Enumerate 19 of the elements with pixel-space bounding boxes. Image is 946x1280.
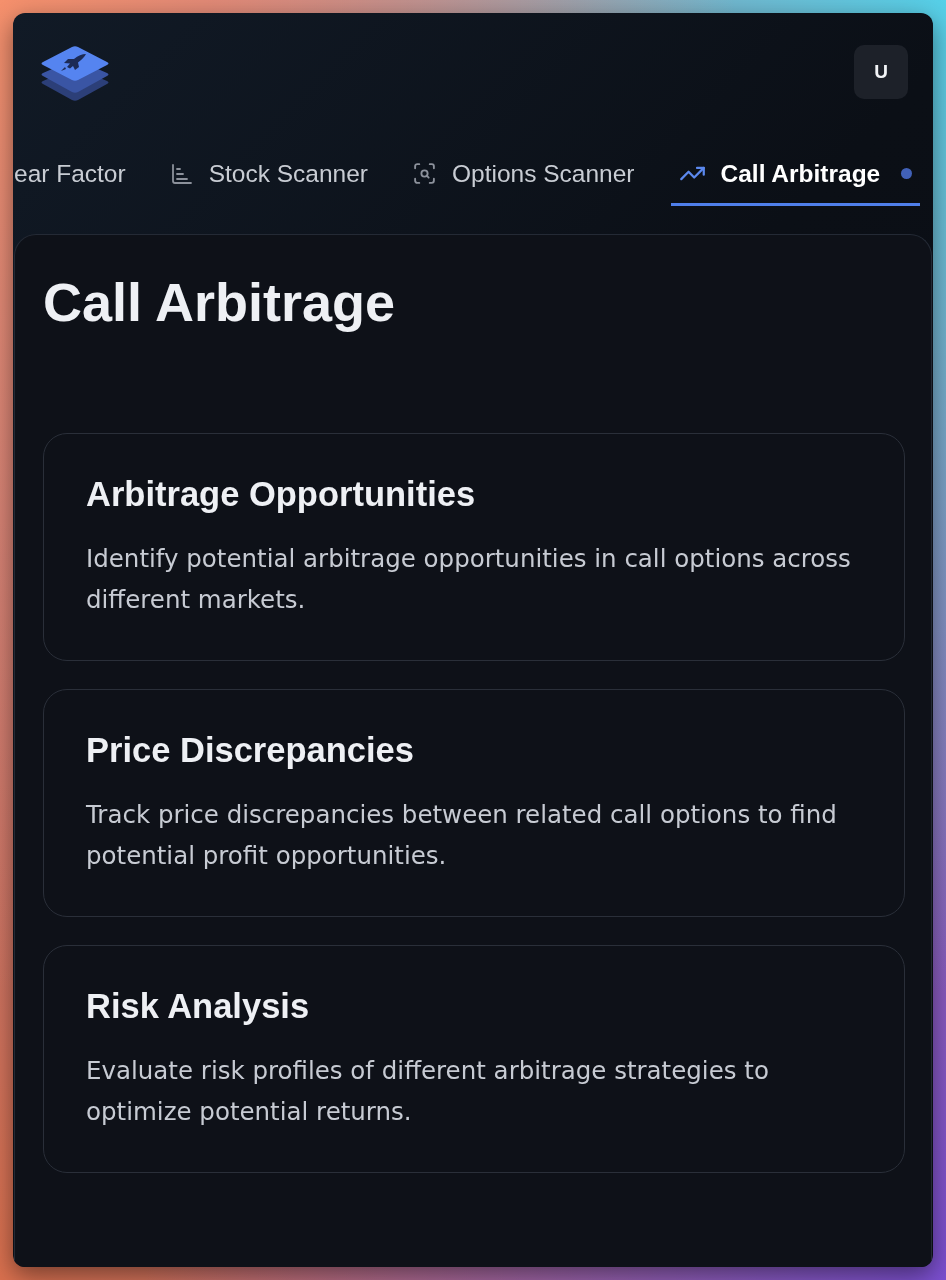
rocket-logo-icon <box>40 45 110 103</box>
card-title: Risk Analysis <box>86 986 310 1026</box>
card-title: Arbitrage Opportunities <box>86 474 476 514</box>
scan-search-icon <box>412 161 437 186</box>
card-title: Price Discrepancies <box>86 730 414 770</box>
nav-tab[interactable]: Options Scanner <box>404 144 643 206</box>
tab-label: ear Factor <box>14 159 126 188</box>
tab-label: Options Scanner <box>452 159 635 188</box>
card-description: Identify potential arbitrage opportunities in call options across different markets. <box>86 543 852 616</box>
nav-tab[interactable]: Call Arbitrage <box>670 144 921 206</box>
tab-label: Call Arbitrage <box>720 159 881 188</box>
card-description: Track price discrepancies between related call options to find potential profit opportunities. <box>86 799 838 872</box>
bar-chart-icon <box>169 161 194 186</box>
card-description: Evaluate risk profiles of different arbitrage strategies to optimize potential returns. <box>86 1055 770 1128</box>
tab-label: Stock Scanner <box>208 159 368 188</box>
nav-tab[interactable]: ear Factor <box>14 144 134 206</box>
user-avatar-button[interactable]: U <box>854 45 908 99</box>
page-title: Call Arbitrage <box>43 271 396 333</box>
nav-tab[interactable]: Stock Scanner <box>161 144 376 206</box>
